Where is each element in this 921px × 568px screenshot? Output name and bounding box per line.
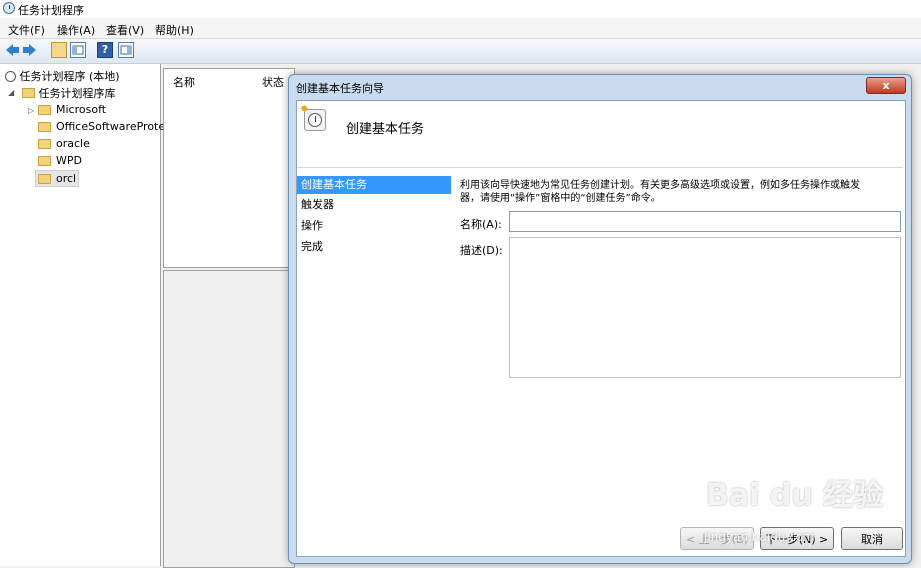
back-arrow-icon[interactable] — [4, 42, 20, 58]
step-trigger[interactable]: 触发器 — [297, 196, 451, 214]
baidu-watermark-logo: Bai du 经验 — [706, 478, 884, 513]
baidu-watermark-url: jingyan.baidu.com — [704, 530, 815, 544]
menu-file[interactable]: 文件(F) — [8, 22, 45, 38]
menu-view[interactable]: 查看(V) — [106, 22, 144, 38]
tree-node-wpd[interactable]: WPD — [56, 154, 82, 167]
show-hide-tree-icon[interactable] — [70, 42, 86, 58]
folder-icon — [38, 139, 51, 149]
task-name-input[interactable] — [509, 211, 901, 232]
tree-node-officesoftwareprotection[interactable]: OfficeSoftwareProte — [56, 120, 165, 133]
tree-node-orcl[interactable]: orcl — [56, 172, 76, 185]
new-star-icon: ✸ — [300, 104, 309, 115]
folder-icon — [38, 156, 51, 166]
wizard-steps: 创建基本任务 触发器 操作 完成 — [297, 168, 455, 554]
task-list-pane — [163, 68, 295, 268]
dialog-header-title: 创建基本任务 — [346, 122, 425, 137]
dialog-title: 创建基本任务向导 — [296, 82, 384, 95]
folder-icon — [38, 174, 51, 184]
task-details-pane — [163, 270, 295, 568]
collapsed-triangle-icon[interactable]: ▷ — [28, 106, 34, 115]
step-finish[interactable]: 完成 — [297, 238, 451, 256]
forward-arrow-icon[interactable] — [22, 42, 38, 58]
cancel-button[interactable]: 取消 — [841, 527, 903, 550]
window-title-bar: 任务计划程序 — [0, 0, 921, 18]
name-label: 名称(A): — [460, 218, 502, 231]
folder-icon — [38, 105, 51, 115]
tree-node-microsoft[interactable]: Microsoft — [56, 103, 106, 116]
menu-action[interactable]: 操作(A) — [57, 22, 95, 38]
expanded-triangle-icon[interactable]: ◢ — [8, 88, 14, 97]
tree-library-label: 任务计划程序库 — [38, 87, 116, 100]
tree-node-oracle[interactable]: oracle — [56, 137, 90, 150]
menu-bar: 文件(F) 操作(A) 查看(V) 帮助(H) — [0, 18, 921, 39]
tree-node-library[interactable]: 任务计划程序库 — [22, 85, 116, 101]
task-scheduler-app-icon — [3, 2, 15, 14]
toolbar: ? — [0, 39, 921, 64]
wizard-description: 利用该向导快速地为常见任务创建计划。有关更多高级选项或设置，例如多任务操作或触发… — [460, 179, 900, 205]
dialog-close-button[interactable]: x — [866, 77, 906, 94]
navigation-tree: 任务计划程序 (本地) ◢ 任务计划程序库 ▷ Microsoft Office… — [0, 64, 165, 566]
tree-root-label: 任务计划程序 (本地) — [19, 70, 120, 83]
menu-help[interactable]: 帮助(H) — [155, 22, 194, 38]
show-action-pane-icon[interactable] — [118, 42, 134, 58]
clock-icon — [5, 71, 16, 82]
task-description-input[interactable] — [509, 237, 901, 378]
window-title: 任务计划程序 — [18, 4, 84, 17]
step-action[interactable]: 操作 — [297, 217, 451, 235]
tree-node-root[interactable]: 任务计划程序 (本地) — [5, 68, 120, 84]
library-folder-icon — [22, 88, 35, 98]
column-header-name[interactable]: 名称 — [173, 74, 195, 90]
step-create-basic-task[interactable]: 创建基本任务 — [297, 176, 451, 194]
description-line-2: 器，请使用“操作”窗格中的“创建任务”命令。 — [460, 193, 661, 204]
folder-up-icon[interactable] — [51, 42, 67, 58]
description-label: 描述(D): — [460, 244, 503, 257]
description-line-1: 利用该向导快速地为常见任务创建计划。有关更多高级选项或设置，例如多任务操作或触发 — [460, 180, 860, 191]
folder-icon — [38, 122, 51, 132]
help-icon[interactable]: ? — [97, 42, 113, 58]
column-header-status[interactable]: 状态 — [262, 74, 284, 90]
